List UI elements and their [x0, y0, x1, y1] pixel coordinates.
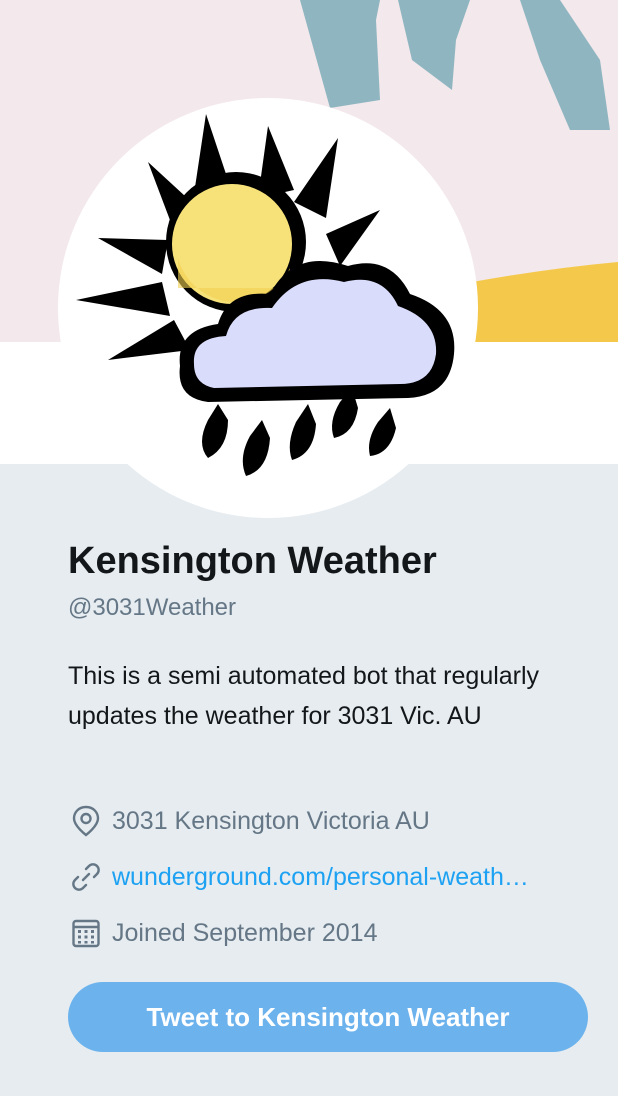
avatar[interactable]: [58, 98, 478, 518]
link-icon: [68, 859, 104, 895]
location-pin-icon: [68, 803, 104, 839]
profile-handle[interactable]: @3031Weather: [68, 594, 236, 622]
profile-joined: Joined September 2014: [68, 915, 377, 951]
calendar-icon: [68, 915, 104, 951]
profile-page: Kensington Weather @3031Weather This is …: [0, 0, 618, 1096]
website-link[interactable]: wunderground.com/personal-weath…: [112, 863, 588, 892]
profile-website: wunderground.com/personal-weath…: [68, 859, 588, 895]
joined-text: Joined September 2014: [112, 918, 378, 947]
profile-name: Kensington Weather: [68, 540, 437, 582]
profile-location: 3031 Kensington Victoria AU: [68, 803, 430, 839]
profile-bio: This is a semi automated bot that regula…: [68, 662, 540, 730]
weather-sun-cloud-rain-icon: [76, 114, 455, 476]
location-text: 3031 Kensington Victoria AU: [112, 806, 430, 835]
tweet-to-button[interactable]: Tweet to Kensington Weather: [68, 982, 588, 1052]
